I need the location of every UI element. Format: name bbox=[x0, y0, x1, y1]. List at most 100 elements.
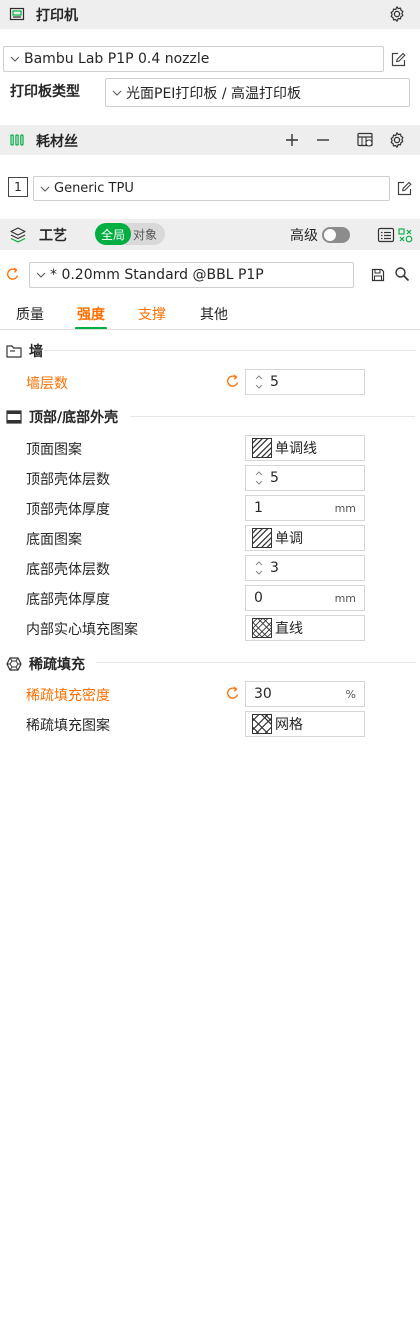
bottom-thickness-value: 0 bbox=[254, 590, 263, 606]
filament-preset-combo[interactable]: Generic TPU bbox=[33, 176, 390, 201]
filament-slot-number[interactable]: 1 bbox=[8, 177, 28, 197]
bottom-pattern-label: 底面图案 bbox=[26, 532, 82, 548]
reset-infill-density-icon[interactable] bbox=[226, 686, 242, 702]
top-thickness-value: 1 bbox=[254, 500, 263, 516]
filament-icon bbox=[9, 132, 25, 148]
plate-type-value: 光面PEI打印板 / 高温打印板 bbox=[126, 85, 302, 102]
printer-icon bbox=[9, 6, 25, 22]
wall-loops-label: 墙层数 bbox=[26, 376, 68, 392]
wall-group-label: 墙 bbox=[29, 344, 43, 360]
wall-loops-value: 5 bbox=[270, 374, 279, 390]
bottom-layers-value: 3 bbox=[270, 560, 279, 576]
top-pattern-value: 单调线 bbox=[275, 441, 317, 457]
top-pattern-label: 顶面图案 bbox=[26, 442, 82, 458]
infill-pattern-combo[interactable]: 网格 bbox=[245, 711, 365, 737]
top-layers-spinner[interactable]: 5 bbox=[245, 465, 365, 491]
internal-solid-pattern-label: 内部实心填充图案 bbox=[26, 622, 138, 638]
advanced-label: 高级 bbox=[290, 228, 318, 244]
printer-preset-value: Bambu Lab P1P 0.4 nozzle bbox=[24, 51, 210, 67]
shell-group-divider bbox=[130, 416, 415, 417]
rectilinear-pattern-icon bbox=[252, 618, 272, 638]
shell-group-title: 顶部/底部外壳 bbox=[6, 407, 118, 427]
spin-arrows-icon[interactable] bbox=[250, 370, 268, 394]
tabs-divider bbox=[0, 329, 420, 330]
bottom-thickness-unit: mm bbox=[334, 592, 356, 605]
process-section-title: 工艺 bbox=[39, 228, 67, 244]
filament-settings-gear-icon[interactable] bbox=[387, 130, 407, 150]
bottom-thickness-label: 底部壳体厚度 bbox=[26, 592, 110, 608]
chevron-down-icon bbox=[36, 272, 46, 278]
model-object-icon[interactable] bbox=[396, 225, 414, 245]
infill-group-label: 稀疏填充 bbox=[29, 657, 85, 673]
tab-support[interactable]: 支撑 bbox=[138, 304, 166, 326]
tab-strength[interactable]: 强度 bbox=[75, 304, 107, 330]
top-thickness-input[interactable]: 1 mm bbox=[245, 495, 365, 521]
wall-group-title: 墙 bbox=[6, 341, 43, 361]
monotonic-line-pattern-icon bbox=[252, 438, 272, 458]
add-filament-icon[interactable] bbox=[283, 131, 301, 149]
honeycomb-icon bbox=[6, 657, 22, 671]
chevron-down-icon bbox=[10, 56, 20, 62]
infill-density-input[interactable]: 30 % bbox=[245, 681, 365, 707]
top-pattern-combo[interactable]: 单调线 bbox=[245, 435, 365, 461]
reset-wall-loops-icon[interactable] bbox=[226, 374, 242, 390]
grid-pattern-icon bbox=[252, 714, 272, 734]
filament-section-title: 耗材丝 bbox=[36, 134, 78, 150]
bottom-thickness-input[interactable]: 0 mm bbox=[245, 585, 365, 611]
reset-process-icon[interactable] bbox=[5, 266, 21, 282]
infill-group-divider bbox=[96, 662, 415, 663]
search-icon[interactable] bbox=[393, 265, 411, 283]
spin-arrows-icon[interactable] bbox=[250, 556, 268, 580]
advanced-switch[interactable] bbox=[322, 227, 350, 243]
printer-preset-combo[interactable]: Bambu Lab P1P 0.4 nozzle bbox=[3, 46, 384, 72]
process-preset-combo[interactable]: * 0.20mm Standard @BBL P1P bbox=[29, 262, 354, 288]
chevron-down-icon bbox=[40, 186, 50, 192]
top-thickness-label: 顶部壳体厚度 bbox=[26, 502, 110, 518]
top-layers-label: 顶部壳体层数 bbox=[26, 472, 110, 488]
save-preset-icon[interactable] bbox=[369, 266, 387, 284]
layers-icon bbox=[9, 226, 27, 244]
process-preset-value: * 0.20mm Standard @BBL P1P bbox=[50, 267, 264, 283]
global-object-toggle[interactable]: 全局 对象 bbox=[95, 223, 165, 245]
advanced-switch-knob bbox=[324, 229, 336, 241]
folder-icon bbox=[6, 345, 22, 358]
chevron-down-icon bbox=[112, 90, 122, 96]
bottom-pattern-combo[interactable]: 单调 bbox=[245, 525, 365, 551]
plate-type-combo[interactable]: 光面PEI打印板 / 高温打印板 bbox=[105, 78, 410, 107]
plate-type-label: 打印板类型 bbox=[10, 84, 80, 100]
printer-section-title: 打印机 bbox=[36, 8, 78, 24]
shell-group-label: 顶部/底部外壳 bbox=[29, 410, 119, 426]
wall-loops-spinner[interactable]: 5 bbox=[245, 369, 365, 395]
infill-density-value: 30 bbox=[254, 686, 272, 702]
spin-arrows-icon[interactable] bbox=[250, 466, 268, 490]
infill-density-label: 稀疏填充密度 bbox=[26, 688, 110, 704]
edit-filament-preset-icon[interactable] bbox=[394, 178, 414, 198]
top-bottom-shell-icon bbox=[6, 410, 22, 424]
sync-ams-icon[interactable] bbox=[355, 130, 375, 150]
process-header: 工艺 全局 对象 高级 bbox=[0, 219, 420, 250]
filament-header: 耗材丝 bbox=[0, 125, 420, 155]
infill-pattern-label: 稀疏填充图案 bbox=[26, 718, 110, 734]
internal-solid-pattern-value: 直线 bbox=[275, 621, 303, 637]
infill-density-unit: % bbox=[345, 688, 356, 701]
infill-group-title: 稀疏填充 bbox=[6, 654, 85, 674]
tab-quality[interactable]: 质量 bbox=[16, 304, 44, 326]
tab-others[interactable]: 其他 bbox=[200, 304, 228, 326]
bottom-pattern-value: 单调 bbox=[275, 531, 303, 547]
filament-preset-value: Generic TPU bbox=[54, 181, 134, 196]
bottom-layers-label: 底部壳体层数 bbox=[26, 562, 110, 578]
infill-pattern-value: 网格 bbox=[275, 717, 303, 733]
top-layers-value: 5 bbox=[270, 470, 279, 486]
compare-list-icon[interactable] bbox=[376, 225, 396, 245]
edit-printer-preset-icon[interactable] bbox=[388, 49, 408, 69]
wall-group-divider bbox=[44, 350, 415, 351]
printer-settings-gear-icon[interactable] bbox=[387, 4, 407, 24]
printer-header: 打印机 bbox=[0, 0, 420, 29]
monotonic-pattern-icon bbox=[252, 528, 272, 548]
toggle-global-option[interactable]: 全局 bbox=[95, 223, 131, 245]
remove-filament-icon[interactable] bbox=[314, 131, 332, 149]
top-thickness-unit: mm bbox=[334, 502, 356, 515]
toggle-object-option[interactable]: 对象 bbox=[133, 226, 157, 243]
bottom-layers-spinner[interactable]: 3 bbox=[245, 555, 365, 581]
internal-solid-pattern-combo[interactable]: 直线 bbox=[245, 615, 365, 641]
